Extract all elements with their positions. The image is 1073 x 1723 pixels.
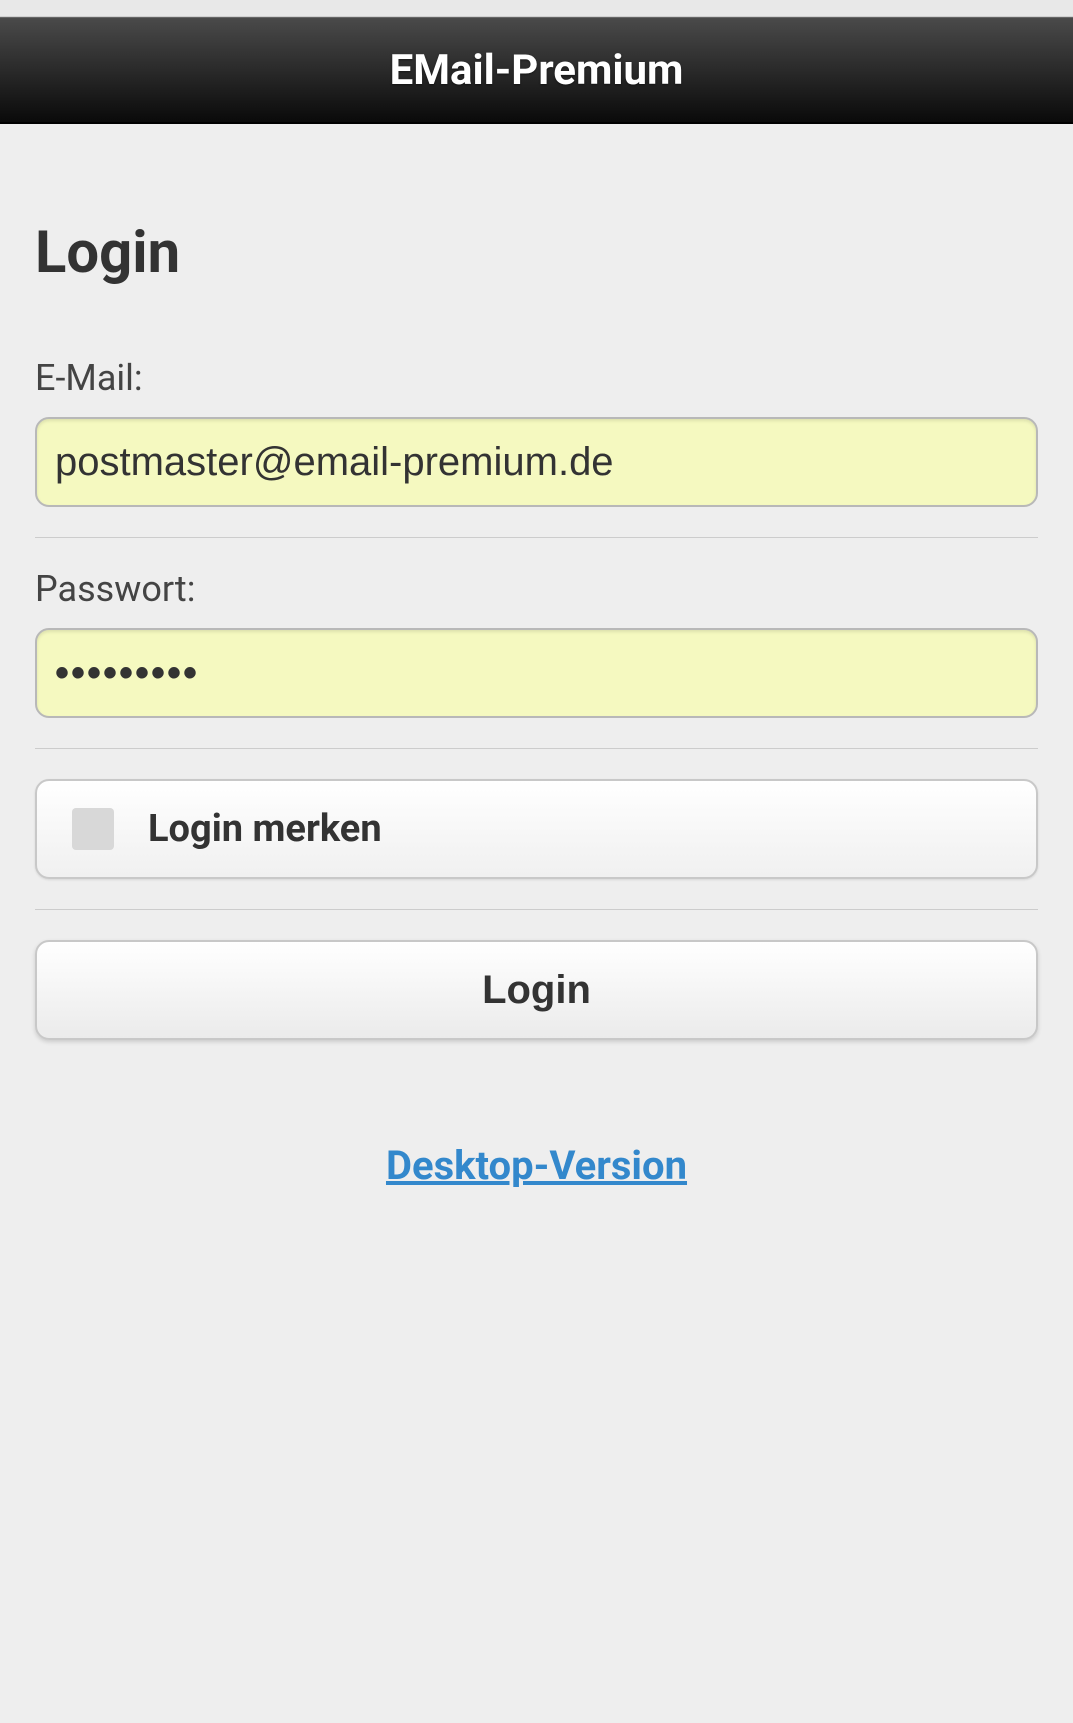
- app-header: EMail-Premium: [0, 17, 1073, 124]
- desktop-version-link[interactable]: Desktop-Version: [386, 1142, 687, 1189]
- password-group: Passwort:: [35, 568, 1038, 749]
- login-button[interactable]: Login: [35, 940, 1038, 1040]
- password-label: Passwort:: [35, 568, 1038, 610]
- remember-group: Login merken: [35, 779, 1038, 910]
- submit-group: Login: [35, 940, 1038, 1070]
- password-field[interactable]: [35, 628, 1038, 718]
- checkbox-icon: [72, 808, 114, 850]
- remember-checkbox[interactable]: Login merken: [35, 779, 1038, 879]
- email-label: E-Mail:: [35, 357, 1038, 399]
- email-group: E-Mail:: [35, 357, 1038, 538]
- status-bar: [0, 0, 1073, 17]
- email-field[interactable]: [35, 417, 1038, 507]
- remember-label: Login merken: [148, 807, 382, 851]
- desktop-link-wrapper: Desktop-Version: [35, 1142, 1038, 1189]
- page-title: Login: [35, 124, 1038, 357]
- login-form: Login E-Mail: Passwort: Login merken Log…: [0, 124, 1073, 1723]
- app-title: EMail-Premium: [390, 46, 684, 95]
